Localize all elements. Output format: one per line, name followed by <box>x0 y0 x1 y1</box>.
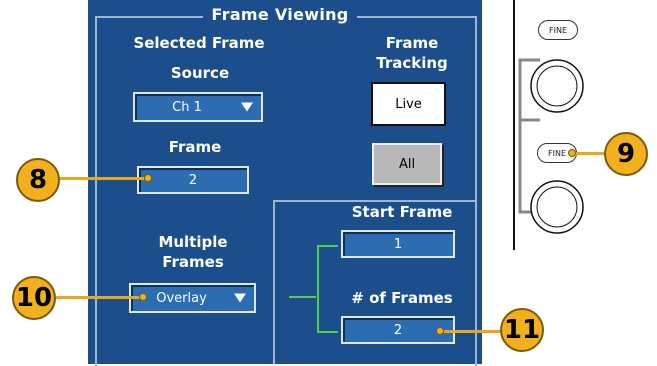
knob-top-icon <box>530 59 584 113</box>
multiple-frames-bracket <box>317 245 338 333</box>
callout-10-leader <box>56 296 146 299</box>
fine-button-top[interactable]: FINE <box>538 20 578 40</box>
connector-overlay <box>289 0 584 333</box>
callout-9: 9 <box>604 132 648 176</box>
callout-9-leader <box>572 152 608 155</box>
callout-11-dot <box>436 327 444 335</box>
callout-9-dot <box>568 149 576 157</box>
callout-10: 10 <box>12 276 56 320</box>
knob-bottom-icon <box>530 180 584 234</box>
callout-8-leader <box>56 177 148 180</box>
callout-10-dot <box>139 293 147 301</box>
callout-8: 8 <box>16 158 60 202</box>
callout-8-dot <box>144 174 152 182</box>
callout-11: 11 <box>500 308 544 352</box>
callout-11-leader <box>440 330 504 333</box>
